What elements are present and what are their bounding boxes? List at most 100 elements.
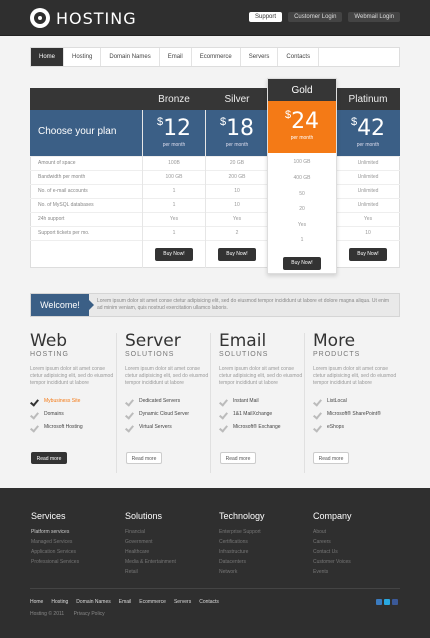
feature-title: Server — [125, 331, 181, 351]
list-item[interactable]: Dedicated Servers — [125, 395, 213, 408]
list-item[interactable]: Microsoft Hosting — [30, 421, 118, 434]
footer-link[interactable]: Application Services — [31, 547, 79, 557]
read-more-button[interactable]: Read more — [126, 452, 162, 464]
feature-server-solutions: Server SOLUTIONS Lorem ipsum dolor sit a… — [125, 333, 213, 434]
copyright: Hosting © 2011 Privacy Policy — [30, 611, 105, 617]
feature-description: Lorem ipsum dolor sit amet conse ctetur … — [30, 366, 114, 386]
logo[interactable]: HOSTING — [30, 8, 137, 28]
footer-link[interactable]: Network — [219, 567, 265, 577]
feature-title: Web — [30, 331, 68, 351]
pricing-table: Choose your plan Amount of space Bandwid… — [30, 88, 400, 268]
twitter-icon[interactable] — [384, 599, 390, 605]
nav-email[interactable]: Email — [160, 48, 192, 66]
footer-nav-servers[interactable]: Servers — [174, 599, 191, 605]
footer-link[interactable]: Infrastructure — [219, 547, 265, 557]
nav-servers[interactable]: Servers — [241, 48, 279, 66]
footer-column-services: Services Platform services Managed Servi… — [31, 511, 79, 567]
buy-now-bronze-button[interactable]: Buy Now! — [155, 248, 193, 261]
check-icon — [219, 398, 227, 406]
list-item[interactable]: Instant Mail — [219, 395, 307, 408]
footer-link[interactable]: Careers — [313, 537, 352, 547]
footer-nav: Home Hosting Domain Names Email Ecommerc… — [30, 599, 219, 605]
footer-link[interactable]: Professional Services — [31, 557, 79, 567]
footer-heading: Solutions — [125, 511, 163, 521]
list-item[interactable]: 1&1 MailXchange — [219, 408, 307, 421]
check-icon — [125, 411, 133, 419]
logo-icon — [30, 8, 50, 28]
support-link[interactable]: Support — [249, 12, 283, 22]
choose-plan-label: Choose your plan — [38, 126, 117, 137]
footer-link[interactable]: Certifications — [219, 537, 265, 547]
webmail-login-link[interactable]: Webmail Login — [348, 12, 400, 22]
check-icon — [313, 424, 321, 432]
list-item[interactable]: eShops — [313, 421, 401, 434]
footer-nav-home[interactable]: Home — [30, 599, 43, 605]
footer-nav-email[interactable]: Email — [119, 599, 132, 605]
nav-hosting[interactable]: Hosting — [64, 48, 102, 66]
footer-link[interactable]: Enterprise Support — [219, 527, 265, 537]
nav-home[interactable]: Home — [31, 48, 65, 66]
row-label-tickets: Support tickets per mo. — [38, 230, 90, 236]
feature-title: More — [313, 331, 356, 351]
nav-ecommerce[interactable]: Ecommerce — [192, 48, 241, 66]
check-icon — [219, 424, 227, 432]
plan-price-bronze: $12 — [156, 116, 192, 141]
read-more-button[interactable]: Read more — [313, 452, 349, 464]
footer-link[interactable]: Financial — [125, 527, 176, 537]
check-icon — [30, 411, 38, 419]
feature-more-products: More PRODUCTS Lorem ipsum dolor sit amet… — [313, 333, 401, 434]
plan-name-gold: Gold — [291, 85, 313, 96]
list-item[interactable]: Virtual Servers — [125, 421, 213, 434]
feature-subtitle: SOLUTIONS — [125, 351, 175, 358]
buy-now-gold-button[interactable]: Buy Now! — [283, 257, 321, 270]
list-item[interactable]: Microsoft® SharePoint® — [313, 408, 401, 421]
row-label-bandwidth: Bandwidth per month — [38, 174, 86, 180]
footer-link[interactable]: Government — [125, 537, 176, 547]
feature-title: Email — [219, 331, 267, 351]
footer-nav-hosting[interactable]: Hosting — [51, 599, 68, 605]
footer-column-technology: Technology Enterprise Support Certificat… — [219, 511, 265, 577]
nav-domain-names[interactable]: Domain Names — [101, 48, 160, 66]
read-more-button[interactable]: Read more — [220, 452, 256, 464]
list-item[interactable]: Microsoft® Exchange — [219, 421, 307, 434]
social-links — [376, 599, 398, 605]
privacy-policy-link[interactable]: Privacy Policy — [74, 611, 105, 617]
plan-name-bronze: Bronze — [158, 94, 190, 105]
footer-link[interactable]: Events — [313, 567, 352, 577]
footer-link[interactable]: Datacenters — [219, 557, 265, 567]
footer-column-solutions: Solutions Financial Government Healthcar… — [125, 511, 176, 577]
footer-nav-domain-names[interactable]: Domain Names — [76, 599, 110, 605]
footer-link[interactable]: Managed Services — [31, 537, 79, 547]
footer-link[interactable]: Retail — [125, 567, 176, 577]
footer-link[interactable]: Customer Voices — [313, 557, 352, 567]
read-more-button[interactable]: Read more — [31, 452, 67, 464]
facebook-icon[interactable] — [392, 599, 398, 605]
nav-contacts[interactable]: Contacts — [278, 48, 320, 66]
check-icon — [30, 398, 38, 406]
list-item[interactable]: ListLocal — [313, 395, 401, 408]
footer-nav-contacts[interactable]: Contacts — [199, 599, 219, 605]
customer-login-link[interactable]: Customer Login — [288, 12, 343, 22]
feature-description: Lorem ipsum dolor sit amet conse ctetur … — [313, 366, 397, 386]
footer-link[interactable]: Contact Us — [313, 547, 352, 557]
buy-now-platinum-button[interactable]: Buy Now! — [349, 248, 387, 261]
buy-now-silver-button[interactable]: Buy Now! — [218, 248, 256, 261]
footer-heading: Technology — [219, 511, 265, 521]
footer-nav-ecommerce[interactable]: Ecommerce — [139, 599, 166, 605]
feature-subtitle: HOSTING — [30, 351, 69, 358]
list-item[interactable]: Dynamic Cloud Server — [125, 408, 213, 421]
feature-description: Lorem ipsum dolor sit amet conse ctetur … — [219, 366, 303, 386]
list-item[interactable]: Domains — [30, 408, 118, 421]
rss-icon[interactable] — [376, 599, 382, 605]
footer-heading: Company — [313, 511, 352, 521]
footer-link[interactable]: Platform services — [31, 527, 79, 537]
check-icon — [30, 424, 38, 432]
plan-name-silver: Silver — [224, 94, 250, 105]
check-icon — [313, 398, 321, 406]
footer-link[interactable]: About — [313, 527, 352, 537]
list-item[interactable]: Mybusiness Site — [30, 395, 118, 408]
brand-name: HOSTING — [56, 8, 137, 28]
footer-link[interactable]: Media & Entertainment — [125, 557, 176, 567]
footer-link[interactable]: Healthcare — [125, 547, 176, 557]
row-label-databases: No. of MySQL databases — [38, 202, 94, 208]
